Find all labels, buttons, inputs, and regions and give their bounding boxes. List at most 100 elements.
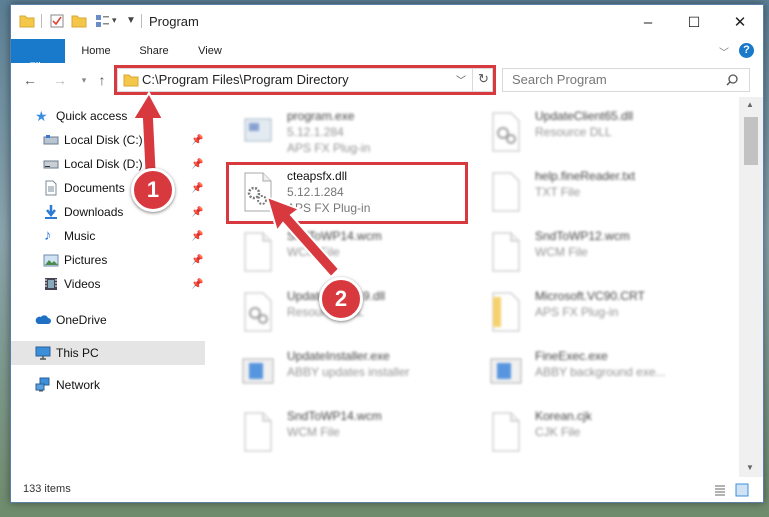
txt-icon bbox=[489, 171, 523, 213]
maximize-button[interactable]: ☐ bbox=[671, 5, 717, 39]
file-item[interactable]: Microsoft.VC90.CRT APS FX Plug-in bbox=[483, 285, 723, 341]
sidebar-item-downloads[interactable]: Downloads 📌 bbox=[11, 200, 205, 224]
properties-icon[interactable] bbox=[49, 13, 65, 29]
file-item[interactable]: Korean.cjk CJK File bbox=[483, 405, 723, 461]
pin-icon[interactable]: 📌 bbox=[191, 159, 203, 170]
ribbon: File Home Share View ﹀ ? bbox=[11, 39, 763, 95]
scroll-thumb[interactable] bbox=[744, 117, 758, 165]
sidebar-item-network[interactable]: Network bbox=[11, 373, 205, 397]
status-bar: 133 items bbox=[11, 477, 763, 502]
view-options-icon[interactable] bbox=[94, 13, 110, 29]
navigation-pane: ★ Quick access Local Disk (C:) 📌 Local D… bbox=[11, 97, 205, 477]
file-detail: Resource DLL bbox=[535, 125, 612, 139]
tab-home[interactable]: Home bbox=[73, 39, 119, 63]
dll-icon bbox=[489, 111, 523, 153]
network-icon bbox=[35, 377, 50, 392]
file-item[interactable]: UpdateInstaller.exe ABBY updates installe… bbox=[235, 345, 475, 401]
file-name: UpdateInstaller.exe bbox=[287, 349, 390, 363]
large-icons-view-icon[interactable] bbox=[735, 483, 749, 497]
exe-icon bbox=[241, 111, 275, 153]
dll-icon bbox=[241, 291, 275, 333]
dropdown-icon[interactable]: ▼ bbox=[126, 15, 136, 26]
minimize-button[interactable]: – bbox=[625, 5, 671, 39]
cloud-icon bbox=[35, 315, 51, 324]
sidebar-item-local-disk-d[interactable]: Local Disk (D:) 📌 bbox=[11, 152, 205, 176]
app-icon bbox=[489, 351, 523, 393]
sidebar-item-this-pc[interactable]: This PC bbox=[11, 341, 205, 365]
customize-toolbar-icon[interactable]: ▾ bbox=[112, 15, 117, 26]
sidebar-item-label: This PC bbox=[56, 346, 99, 360]
pin-icon[interactable]: 📌 bbox=[191, 231, 203, 242]
file-name: SndToWP14.wcm bbox=[287, 409, 382, 423]
search-input[interactable]: Search Program bbox=[512, 72, 607, 87]
new-folder-icon[interactable] bbox=[71, 13, 87, 29]
file-detail: CJK File bbox=[535, 425, 581, 439]
sidebar-item-label: Pictures bbox=[64, 253, 108, 267]
file-item[interactable]: FineExec.exe ABBY background exe... bbox=[483, 345, 723, 401]
file-detail: ABBY updates installer bbox=[287, 365, 410, 379]
up-arrow-icon[interactable]: ↑ bbox=[93, 71, 111, 89]
blank-file-icon bbox=[241, 411, 275, 453]
sidebar-item-videos[interactable]: Videos 📌 bbox=[11, 272, 205, 296]
sidebar-item-onedrive[interactable]: OneDrive bbox=[11, 308, 205, 332]
music-icon: ♪ bbox=[44, 227, 52, 244]
file-detail: 5.12.1.284 bbox=[287, 125, 344, 139]
pin-icon[interactable]: 📌 bbox=[191, 135, 203, 146]
address-highlight-box bbox=[114, 65, 496, 95]
sidebar-item-local-disk-c[interactable]: Local Disk (C:) 📌 bbox=[11, 128, 205, 152]
tab-view[interactable]: View bbox=[187, 39, 233, 63]
file-name: UpdateClient65.dll bbox=[535, 109, 634, 123]
file-item[interactable]: SndToWP12.wcm WCM File bbox=[483, 225, 723, 281]
folder-file-icon bbox=[489, 291, 523, 333]
close-button[interactable]: ✕ bbox=[717, 5, 763, 39]
back-arrow-icon[interactable]: ← bbox=[21, 71, 39, 89]
sidebar-item-documents[interactable]: Documents 📌 bbox=[11, 176, 205, 200]
file-item[interactable]: SndToWP14.wcm WCM File bbox=[235, 405, 475, 461]
videos-icon bbox=[45, 278, 57, 290]
file-item[interactable]: UpdateClient65.dll Resource DLL bbox=[483, 105, 723, 161]
scroll-up-icon[interactable]: ▲ bbox=[746, 100, 754, 109]
file-name: help.fineReader.txt bbox=[535, 169, 636, 183]
pin-icon[interactable]: 📌 bbox=[191, 183, 203, 194]
recent-locations-icon[interactable]: ▾ bbox=[75, 71, 93, 89]
pin-icon[interactable]: 📌 bbox=[191, 207, 203, 218]
file-name: program.exe bbox=[287, 109, 355, 123]
file-detail: WCM File bbox=[287, 425, 340, 439]
blank-file-icon bbox=[489, 231, 523, 273]
tab-share[interactable]: Share bbox=[131, 39, 177, 63]
drive-icon bbox=[43, 135, 59, 145]
expand-ribbon-icon[interactable]: ﹀ bbox=[719, 44, 729, 59]
explorer-window: ▾ ▼ Program – ☐ ✕ File Home Share View ﹀… bbox=[10, 4, 764, 503]
separator bbox=[141, 14, 142, 28]
star-icon: ★ bbox=[35, 108, 48, 124]
file-name: SndToWP12.wcm bbox=[535, 229, 630, 243]
search-box[interactable]: Search Program bbox=[502, 68, 750, 92]
separator bbox=[41, 14, 42, 28]
pin-icon[interactable]: 📌 bbox=[191, 279, 203, 290]
file-item[interactable]: program.exe 5.12.1.284 APS FX Plug-in bbox=[235, 105, 475, 161]
sidebar-item-label: Quick access bbox=[56, 109, 128, 123]
file-name: Korean.cjk bbox=[535, 409, 592, 423]
step-1-badge: 1 bbox=[131, 168, 175, 212]
pin-icon[interactable]: 📌 bbox=[191, 255, 203, 266]
sidebar-item-label: Music bbox=[64, 229, 96, 243]
details-view-icon[interactable] bbox=[713, 483, 727, 497]
vertical-scrollbar[interactable]: ▲ ▼ bbox=[739, 97, 763, 477]
search-icon[interactable] bbox=[725, 73, 739, 87]
sidebar-item-label: Documents bbox=[64, 181, 125, 195]
help-icon[interactable]: ? bbox=[739, 43, 754, 58]
pc-icon bbox=[35, 346, 51, 360]
drive-icon bbox=[43, 160, 59, 169]
folder-icon bbox=[19, 15, 35, 28]
arrow-2-icon bbox=[265, 195, 341, 279]
file-detail: WCM File bbox=[535, 245, 588, 259]
forward-arrow-icon[interactable]: → bbox=[51, 71, 69, 89]
pictures-icon bbox=[43, 254, 59, 267]
sidebar-item-pictures[interactable]: Pictures 📌 bbox=[11, 248, 205, 272]
sidebar-item-label: Downloads bbox=[64, 205, 124, 219]
sidebar-item-quick-access[interactable]: ★ Quick access bbox=[11, 104, 205, 128]
sidebar-item-music[interactable]: ♪ Music 📌 bbox=[11, 224, 205, 248]
file-item[interactable]: help.fineReader.txt TXT File bbox=[483, 165, 723, 221]
scroll-down-icon[interactable]: ▼ bbox=[746, 463, 754, 472]
sidebar-item-label: Network bbox=[56, 378, 101, 392]
